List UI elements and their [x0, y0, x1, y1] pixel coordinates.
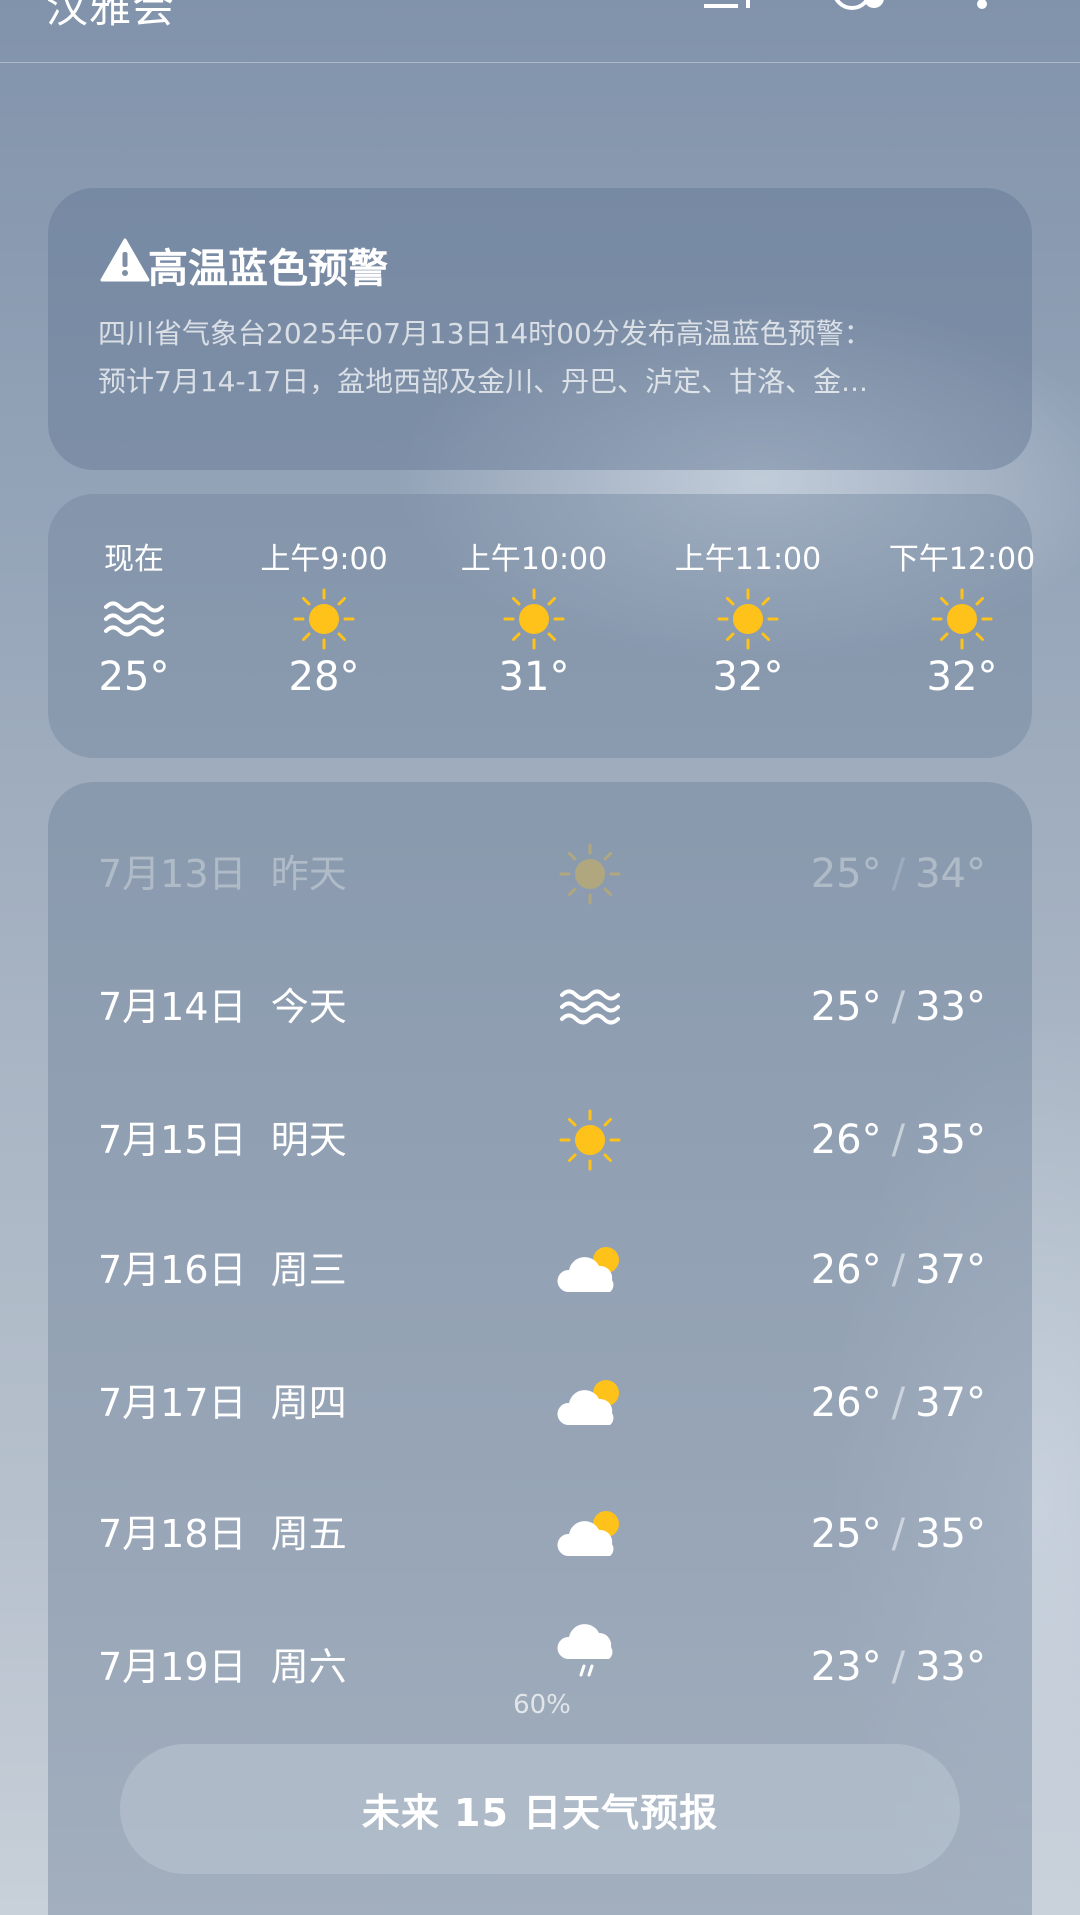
- day-date: 7月15日: [98, 1118, 247, 1162]
- day-date: 7月14日: [98, 985, 247, 1029]
- day-label: 7月13日 昨天: [98, 834, 347, 914]
- day-label: 7月15日 明天: [98, 1100, 347, 1180]
- low-temp: 25°: [810, 1511, 882, 1557]
- warning-icon: [100, 238, 150, 282]
- top-bar: 汉雅会: [0, 0, 1080, 63]
- high-temp: 37°: [915, 1380, 986, 1426]
- sun-icon: [931, 588, 993, 650]
- daily-row[interactable]: 7月13日 昨天 25°/34°: [48, 834, 1032, 914]
- day-name: 今天: [270, 985, 347, 1029]
- day-temperature-range: 26°/37°: [811, 1363, 986, 1443]
- hour-label: 现在: [104, 542, 164, 577]
- more-options-icon[interactable]: [974, 0, 990, 14]
- hour-label: 上午11:00: [674, 542, 822, 577]
- daily-row[interactable]: 7月18日 周五 25°/35°: [48, 1494, 1032, 1574]
- alert-line: 四川省气象台2025年07月13日14时00分发布高温蓝色预警：: [98, 317, 872, 350]
- temp-separator: /: [891, 1247, 906, 1293]
- day-label: 7月14日 今天: [98, 967, 347, 1047]
- day-date: 7月18日: [98, 1512, 247, 1556]
- hourly-item: 下午12:00 32°: [862, 540, 1062, 702]
- high-temp: 35°: [915, 1117, 986, 1163]
- sun-icon: [503, 588, 565, 650]
- day-name: 周三: [270, 1248, 347, 1292]
- alert-line: 预计7月14-17日，盆地西部及金川、丹巴、泸定、甘洛、金...: [98, 365, 868, 398]
- sun-icon: [559, 1109, 621, 1171]
- day-temperature-range: 23°/33°: [811, 1627, 986, 1707]
- low-temp: 26°: [810, 1380, 882, 1426]
- day-label: 7月19日 周六: [98, 1627, 347, 1707]
- high-temp: 34°: [915, 851, 986, 897]
- rain-icon: [557, 1624, 613, 1677]
- add-city-icon[interactable]: [700, 0, 760, 12]
- day-name: 周五: [270, 1512, 347, 1556]
- hour-label: 上午9:00: [260, 542, 388, 577]
- day-date: 7月17日: [98, 1381, 247, 1425]
- hour-temperature: 32°: [926, 654, 998, 700]
- partly-cloudy-icon: [557, 1511, 619, 1556]
- low-temp: 25°: [810, 851, 882, 897]
- day-name: 明天: [270, 1118, 347, 1162]
- haze-icon: [104, 601, 164, 637]
- hourly-item: 现在 25°: [34, 540, 234, 702]
- hourly-item: 上午11:00 32°: [648, 540, 848, 702]
- daily-row[interactable]: 7月17日 周四 26°/37°: [48, 1363, 1032, 1443]
- low-temp: 26°: [810, 1117, 882, 1163]
- sun-icon: [293, 588, 355, 650]
- day-name: 周六: [270, 1645, 347, 1689]
- temp-separator: /: [891, 984, 906, 1030]
- day-temperature-range: 26°/37°: [811, 1230, 986, 1310]
- hour-label: 下午12:00: [888, 542, 1036, 577]
- high-temp: 33°: [915, 984, 986, 1030]
- temp-separator: /: [891, 851, 906, 897]
- day-label: 7月17日 周四: [98, 1363, 347, 1443]
- sun-icon: [717, 588, 779, 650]
- day-date: 7月16日: [98, 1248, 247, 1292]
- day-name: 昨天: [270, 852, 347, 896]
- alert-description: 四川省气象台2025年07月13日14时00分发布高温蓝色预警： 预计7月14-…: [98, 310, 978, 406]
- hour-temperature: 28°: [288, 654, 360, 700]
- high-temp: 33°: [915, 1644, 986, 1690]
- daily-row[interactable]: 7月14日 今天 25°/33°: [48, 967, 1032, 1047]
- hourly-item: 上午9:00 28°: [224, 540, 424, 702]
- alert-title: 高温蓝色预警: [148, 246, 388, 292]
- 15-day-forecast-button[interactable]: 未来 15 日天气预报: [120, 1744, 960, 1874]
- hour-temperature: 25°: [98, 654, 170, 700]
- day-temperature-range: 25°/33°: [811, 967, 986, 1047]
- daily-row[interactable]: 7月16日 周三 26°/37°: [48, 1230, 1032, 1310]
- low-temp: 26°: [810, 1247, 882, 1293]
- hour-label: 上午10:00: [460, 542, 608, 577]
- hour-temperature: 32°: [712, 654, 784, 700]
- low-temp: 25°: [810, 984, 882, 1030]
- hour-temperature: 31°: [498, 654, 570, 700]
- precipitation-probability: 60%: [513, 1690, 571, 1720]
- day-label: 7月18日 周五: [98, 1494, 347, 1574]
- temp-separator: /: [891, 1380, 906, 1426]
- day-temperature-range: 25°/34°: [811, 834, 986, 914]
- low-temp: 23°: [810, 1644, 882, 1690]
- high-temp: 35°: [915, 1511, 986, 1557]
- partly-cloudy-icon: [557, 1247, 619, 1292]
- temp-separator: /: [891, 1117, 906, 1163]
- day-temperature-range: 25°/35°: [811, 1494, 986, 1574]
- hourly-item: 上午10:00 31°: [434, 540, 634, 702]
- day-date: 7月19日: [98, 1645, 247, 1689]
- globe-icon[interactable]: [826, 0, 890, 18]
- temp-separator: /: [891, 1511, 906, 1557]
- day-date: 7月13日: [98, 852, 247, 896]
- temp-separator: /: [891, 1644, 906, 1690]
- day-temperature-range: 26°/35°: [811, 1100, 986, 1180]
- haze-icon: [560, 989, 620, 1025]
- day-name: 周四: [270, 1381, 347, 1425]
- high-temp: 37°: [915, 1247, 986, 1293]
- sun-icon: [559, 843, 621, 905]
- city-name[interactable]: 汉雅会: [46, 0, 175, 35]
- day-label: 7月16日 周三: [98, 1230, 347, 1310]
- daily-row[interactable]: 7月15日 明天 26°/35°: [48, 1100, 1032, 1180]
- partly-cloudy-icon: [557, 1380, 619, 1425]
